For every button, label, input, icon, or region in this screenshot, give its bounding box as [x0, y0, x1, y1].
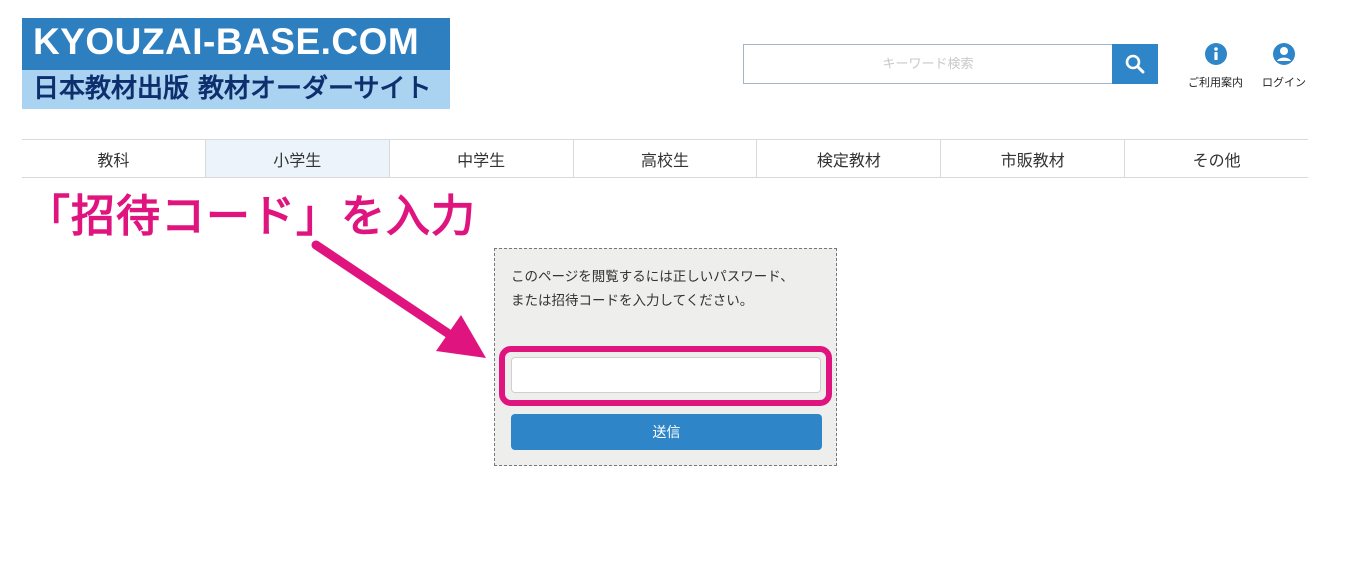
nav-item-junior-high[interactable]: 中学生: [390, 140, 574, 177]
search-bar: [743, 44, 1158, 84]
annotation-label: 「招待コード」を入力: [26, 191, 476, 242]
nav-item-commercial[interactable]: 市販教材: [941, 140, 1126, 177]
nav-item-other[interactable]: その他: [1125, 140, 1308, 177]
invite-code-input[interactable]: [511, 357, 821, 393]
guide-label: ご利用案内: [1188, 76, 1243, 89]
nav-item-high-school[interactable]: 高校生: [574, 140, 758, 177]
main-nav: 教科 小学生 中学生 高校生 検定教材 市販教材 その他: [22, 139, 1308, 178]
search-button[interactable]: [1112, 44, 1158, 84]
form-message: このページを閲覧するには正しいパスワード、 または招待コードを入力してください。: [511, 269, 794, 309]
nav-item-certified[interactable]: 検定教材: [757, 140, 942, 177]
logo-subtitle: 日本教材出版 教材オーダーサイト: [22, 70, 450, 109]
guide-link[interactable]: ご利用案内: [1188, 42, 1243, 90]
search-icon: [1125, 54, 1145, 74]
login-label: ログイン: [1262, 76, 1306, 89]
search-input[interactable]: [743, 44, 1112, 84]
nav-item-elementary[interactable]: 小学生: [205, 140, 390, 177]
site-logo[interactable]: KYOUZAI-BASE.COM 日本教材出版 教材オーダーサイト: [22, 18, 450, 109]
user-icon: [1273, 43, 1295, 65]
logo-title: KYOUZAI-BASE.COM: [33, 21, 420, 62]
login-link[interactable]: ログイン: [1262, 42, 1306, 90]
nav-item-subjects[interactable]: 教科: [22, 140, 206, 177]
password-form: このページを閲覧するには正しいパスワード、 または招待コードを入力してください。…: [494, 248, 837, 466]
info-icon: [1204, 43, 1227, 65]
submit-button[interactable]: 送信: [511, 414, 822, 450]
